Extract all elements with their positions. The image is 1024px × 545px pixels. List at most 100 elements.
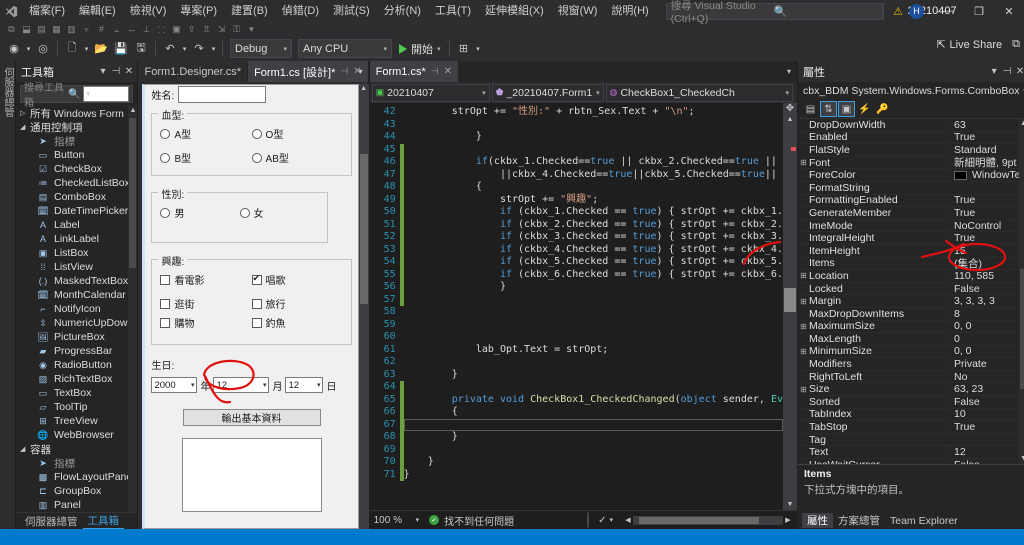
editor-navigation-bar[interactable]: ▣ 20210407 ▾ ⬟ _20210407.Form1 ▾ ◍ Check…: [369, 82, 797, 103]
properties-icon[interactable]: ▣: [837, 101, 855, 117]
property-row[interactable]: Enabled True: [797, 131, 1024, 145]
property-row[interactable]: UseWaitCursorFalse: [798, 458, 1024, 464]
lock-controls-icon[interactable]: ⚿: [229, 23, 244, 36]
menu-extensions[interactable]: 延伸模組(X): [478, 0, 551, 22]
chevron-down-icon[interactable]: ▾: [83, 86, 130, 102]
toolbox-item-monthcalendar[interactable]: 🗓 MonthCalendar: [16, 288, 137, 302]
tab-server-explorer[interactable]: 伺服器總管: [20, 514, 83, 529]
toolbox-item-datetimepicker[interactable]: 🗓 DateTimePicker: [16, 204, 137, 218]
scroll-right-icon[interactable]: ▶: [783, 516, 793, 524]
property-value[interactable]: 63: [948, 119, 1024, 131]
property-value[interactable]: No: [948, 370, 1024, 383]
property-value[interactable]: False: [948, 395, 1024, 408]
menu-project[interactable]: 專案(P): [173, 0, 224, 22]
toolbox-bottom-tabs[interactable]: 伺服器總管 工具箱: [16, 512, 138, 529]
output-basic-data-button[interactable]: 輸出基本資料: [182, 409, 321, 426]
split-handle-icon[interactable]: ✥: [786, 103, 794, 115]
toolbox-scrollbar[interactable]: ▲: [128, 106, 138, 512]
pin-icon[interactable]: ⊣: [1001, 66, 1014, 77]
toolbox-item-panel[interactable]: ▥ Panel: [16, 498, 137, 512]
nav-type-dropdown[interactable]: ⬟ _20210407.Form1 ▾: [491, 83, 604, 102]
close-icon[interactable]: ✕: [444, 66, 452, 77]
minimize-button[interactable]: —: [934, 0, 964, 22]
property-row[interactable]: ⊞ Location 110, 585: [797, 269, 1024, 283]
toolbar-overflow-icon[interactable]: ▾: [474, 45, 483, 53]
bring-to-front-icon[interactable]: ⇪: [184, 23, 199, 36]
birthday-day-dropdown[interactable]: 12 ▾: [285, 377, 324, 393]
code-line[interactable]: }: [404, 431, 783, 444]
attach-process-icon[interactable]: ⊞: [454, 38, 474, 59]
server-explorer-docked-tab[interactable]: 伺服器總管: [0, 61, 16, 529]
toolbox-item-richtextbox[interactable]: ▨ RichTextBox: [16, 372, 137, 386]
toolbox-item-picturebox[interactable]: 🖼 PictureBox: [16, 330, 137, 344]
property-value[interactable]: 110, 585: [948, 269, 1024, 282]
scroll-up-icon[interactable]: ▲: [1019, 119, 1024, 129]
radio-gender-female[interactable]: 女: [239, 205, 319, 220]
code-line[interactable]: strOpt += "興趣";: [404, 194, 783, 207]
menu-build[interactable]: 建置(B): [224, 0, 275, 22]
expand-icon[interactable]: ⊞: [798, 322, 809, 331]
redo-caret-icon[interactable]: ▾: [209, 45, 218, 53]
name-textbox[interactable]: [178, 86, 267, 103]
code-line[interactable]: }: [404, 369, 783, 382]
format-icon-1[interactable]: ⧉: [4, 23, 19, 36]
code-line[interactable]: [404, 381, 783, 394]
property-value[interactable]: 12: [948, 446, 1024, 459]
events-icon[interactable]: ⚡: [856, 101, 873, 117]
navigate-forward-icon[interactable]: ◎: [33, 38, 53, 59]
designer-scrollbar[interactable]: ▲: [358, 84, 369, 529]
toolbox-item-listbox[interactable]: ▣ ListBox: [16, 246, 137, 260]
code-line[interactable]: {: [404, 181, 783, 194]
property-value[interactable]: 新細明體, 9pt: [948, 155, 1024, 171]
checkbox-movie[interactable]: 看電影: [160, 272, 251, 287]
property-row[interactable]: ⊞ Margin 3, 3, 3, 3: [797, 295, 1024, 308]
code-line[interactable]: strOpt += "性別:" + rbtn_Sex.Text + "\n";: [404, 106, 783, 119]
toolbox-item-textbox[interactable]: ▭ TextBox: [16, 386, 137, 400]
code-line[interactable]: private void CheckBox1_CheckedChanged(ob…: [404, 394, 783, 407]
properties-scrollbar[interactable]: ▲ ▼: [1018, 119, 1024, 464]
property-value[interactable]: True: [948, 194, 1024, 207]
radio-bloodtype-ab[interactable]: AB型: [251, 150, 343, 165]
avatar[interactable]: H: [909, 3, 924, 19]
code-line[interactable]: if (ckbx_3.Checked == true) { strOpt += …: [404, 231, 783, 244]
property-row[interactable]: DropDownWidth 63: [797, 119, 1024, 132]
property-value[interactable]: 63, 23: [948, 383, 1024, 396]
property-row[interactable]: Items (集合): [797, 255, 1024, 271]
live-share-button[interactable]: ⇱ Live Share ⧉: [936, 38, 1020, 51]
intellisense-icon[interactable]: ✓: [598, 515, 606, 526]
undo-icon[interactable]: ↶: [160, 38, 180, 59]
designer-tabstrip[interactable]: Form1.Designer.cs* Form1.cs [設計]* ⊣ ✕ ▾: [138, 61, 369, 82]
radio-bloodtype-o[interactable]: O型: [251, 126, 343, 141]
expand-icon[interactable]: ⊞: [798, 347, 809, 356]
property-value[interactable]: True: [948, 131, 1024, 144]
quick-search-input[interactable]: 搜尋 Visual Studio (Ctrl+Q) 🔍: [665, 0, 884, 25]
toolbox-item-listview[interactable]: ⁞⁞ ListView: [16, 260, 137, 274]
pin-icon[interactable]: ⊣: [109, 66, 122, 77]
expand-icon[interactable]: ⊞: [798, 297, 809, 306]
property-value[interactable]: 0, 0: [948, 345, 1024, 358]
new-project-caret-icon[interactable]: ▾: [82, 45, 91, 53]
radio-bloodtype-b[interactable]: B型: [160, 150, 251, 165]
property-row[interactable]: ⊞ Size 63, 23: [797, 383, 1024, 397]
property-value[interactable]: 0, 0: [948, 320, 1024, 333]
tab-solution-explorer[interactable]: 方案總管: [833, 513, 885, 528]
scroll-up-icon[interactable]: ▲: [787, 115, 794, 125]
property-value[interactable]: 0: [948, 332, 1024, 345]
scrollbar-thumb[interactable]: [359, 154, 368, 304]
scroll-up-icon[interactable]: ▲: [360, 84, 367, 94]
toolbox-group-containers[interactable]: ◢ 容器: [16, 442, 137, 456]
navigate-backward-caret-icon[interactable]: ▾: [24, 45, 33, 53]
toolbox-item-pointer[interactable]: ➤ 指標: [16, 134, 137, 148]
toolbox-item-linklabel[interactable]: A LinkLabel: [16, 232, 137, 246]
toolbox-item-combobox[interactable]: ▤ ComboBox: [16, 190, 137, 204]
align-left-icon[interactable]: ▤: [34, 23, 49, 36]
undo-caret-icon[interactable]: ▾: [180, 45, 189, 53]
align-right-icon[interactable]: ▥: [64, 23, 79, 36]
tab-toolbox[interactable]: 工具箱: [82, 513, 124, 529]
toolbox-item-radiobutton[interactable]: ◉ RadioButton: [16, 358, 137, 372]
code-area-wrapper[interactable]: 42 43 44 45 46 47 48 49 50 51 52 53 54 55 56 57 58 59 60 61…: [369, 103, 797, 510]
menu-view[interactable]: 檢視(V): [123, 0, 174, 22]
warning-triangle-icon[interactable]: ⚠: [893, 5, 903, 18]
menu-debug[interactable]: 偵錯(D): [275, 0, 326, 22]
pin-icon[interactable]: ⊣: [340, 66, 348, 77]
